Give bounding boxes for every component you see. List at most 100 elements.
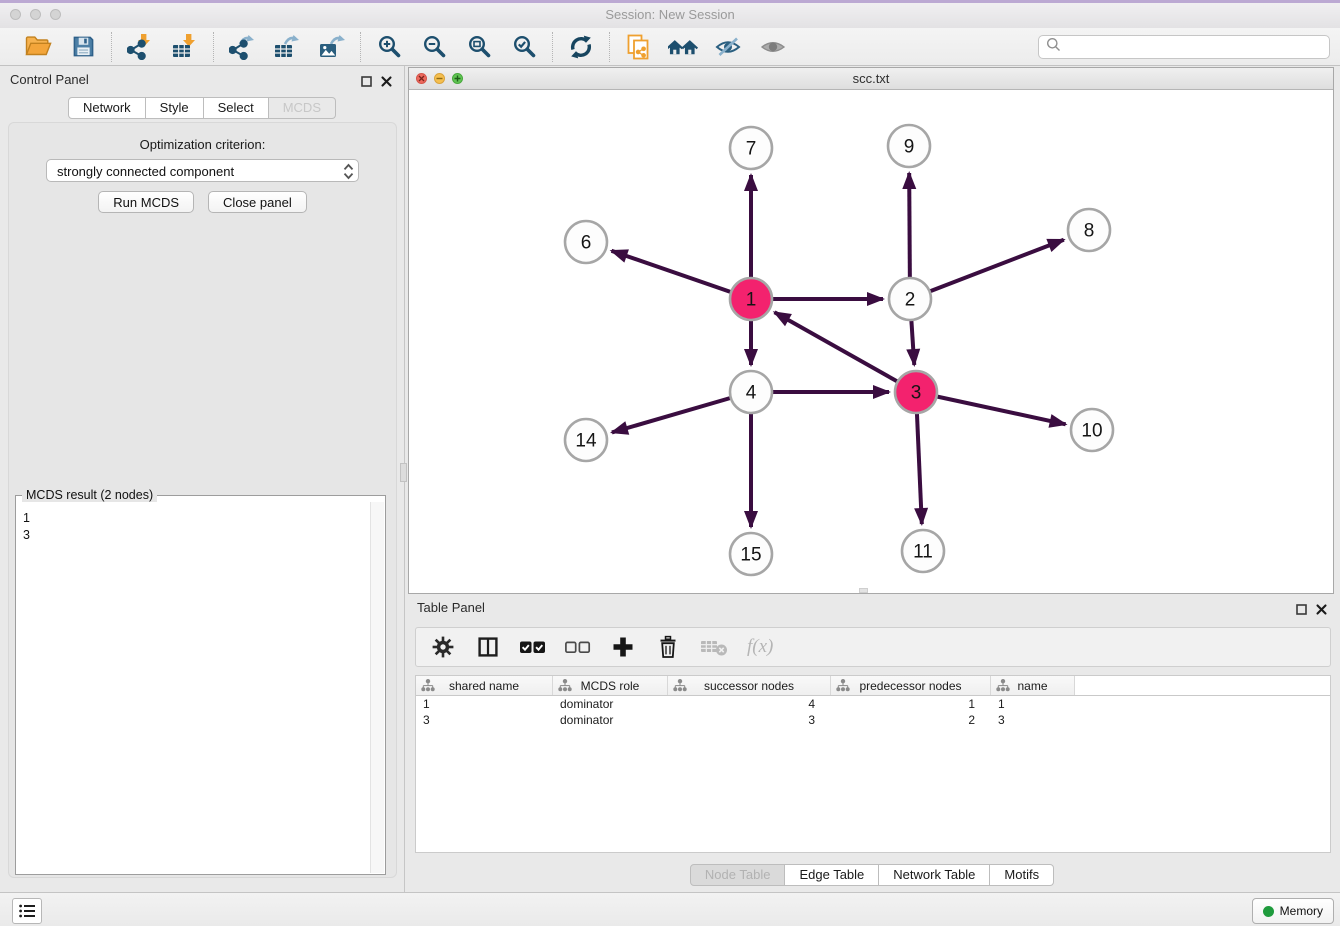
add-column-icon[interactable] [610,633,636,661]
cell-shared-name[interactable]: 3 [416,713,553,727]
hide-selected-icon[interactable] [713,32,743,62]
table-row[interactable]: 1dominator411 [416,696,1330,712]
column-header-shared-name[interactable]: shared name [416,676,553,695]
node-14[interactable]: 14 [565,419,607,461]
column-header-successor-nodes[interactable]: successor nodes [668,676,831,695]
result-scrollbar[interactable] [370,502,384,873]
gear-icon[interactable] [430,633,456,661]
delete-table-icon [700,633,728,661]
node-15[interactable]: 15 [730,533,772,575]
node-label: 6 [581,233,592,254]
tab-select[interactable]: Select [204,97,269,119]
memory-label: Memory [1280,904,1323,918]
zoom-selected-icon[interactable] [509,32,539,62]
node-8[interactable]: 8 [1068,209,1110,251]
cell-predecessor-nodes[interactable]: 2 [831,713,991,727]
main-toolbar-groups [10,32,801,62]
cell-MCDS-role[interactable]: dominator [553,713,668,727]
network-bottom-grabber[interactable] [859,588,868,593]
tab-edge-table[interactable]: Edge Table [785,864,879,886]
header-filler [1075,676,1330,695]
dropdown-stepper-icon [342,163,355,187]
mcds-result-text[interactable]: 13 [17,502,370,873]
close-panel-button[interactable]: Close panel [208,191,307,213]
tab-style[interactable]: Style [146,97,204,119]
mcds-result-group: MCDS result (2 nodes) 13 [15,495,386,875]
save-session-icon[interactable] [68,32,98,62]
criterion-dropdown[interactable]: strongly connected component [46,159,359,182]
status-bar: Memory [0,892,1340,926]
delete-column-icon[interactable] [655,633,681,661]
float-panel-icon[interactable] [361,74,372,92]
cell-successor-nodes[interactable]: 4 [668,697,831,711]
node-11[interactable]: 11 [902,530,944,572]
search-box[interactable] [1038,35,1330,59]
tab-network[interactable]: Network [68,97,146,119]
close-panel-icon[interactable] [1316,602,1327,620]
node-label: 4 [746,383,757,404]
cell-MCDS-role[interactable]: dominator [553,697,668,711]
cell-shared-name[interactable]: 1 [416,697,553,711]
import-network-icon[interactable] [125,32,155,62]
hierarchy-icon [558,679,572,695]
vertical-splitter-handle[interactable] [400,463,407,482]
float-panel-icon[interactable] [1296,602,1307,620]
edge-2-8[interactable] [910,240,1064,299]
edge-3-1[interactable] [775,312,916,392]
network-title: scc.txt [409,71,1333,86]
cell-successor-nodes[interactable]: 3 [668,713,831,727]
node-6[interactable]: 6 [565,221,607,263]
control-panel: Control Panel NetworkStyleSelectMCDS Opt… [0,66,405,892]
node-3[interactable]: 3 [895,371,937,413]
node-1[interactable]: 1 [730,278,772,320]
cell-predecessor-nodes[interactable]: 1 [831,697,991,711]
open-file-icon[interactable] [23,32,53,62]
zoom-fit-icon[interactable] [464,32,494,62]
select-all-icon[interactable] [520,633,546,661]
table-row[interactable]: 3dominator323 [416,712,1330,728]
node-10[interactable]: 10 [1071,409,1113,451]
node-label: 15 [740,545,761,566]
tab-motifs[interactable]: Motifs [990,864,1054,886]
tab-network-table[interactable]: Network Table [879,864,990,886]
function-builder-icon: f(x) [747,633,773,661]
node-table[interactable]: shared name MCDS role successor nodes pr… [415,675,1331,853]
column-header-MCDS-role[interactable]: MCDS role [553,676,668,695]
column-header-predecessor-nodes[interactable]: predecessor nodes [831,676,991,695]
node-7[interactable]: 7 [730,127,772,169]
show-all-icon[interactable] [758,32,788,62]
first-neighbors-icon[interactable] [668,32,698,62]
duplicate-network-icon[interactable] [623,32,653,62]
tab-mcds[interactable]: MCDS [269,97,336,119]
search-icon [1046,37,1061,57]
column-header-name[interactable]: name [991,676,1075,695]
node-4[interactable]: 4 [730,371,772,413]
export-network-icon[interactable] [227,32,257,62]
cell-name[interactable]: 3 [991,713,1075,727]
network-frame-titlebar: scc.txt [409,68,1333,90]
cell-name[interactable]: 1 [991,697,1075,711]
task-history-button[interactable] [12,898,42,924]
edge-3-10[interactable] [916,392,1066,424]
export-image-icon[interactable] [317,32,347,62]
refresh-icon[interactable] [566,32,596,62]
export-table-icon[interactable] [272,32,302,62]
node-9[interactable]: 9 [888,125,930,167]
import-table-icon[interactable] [170,32,200,62]
run-mcds-button[interactable]: Run MCDS [98,191,194,213]
node-label: 10 [1081,421,1102,442]
network-canvas[interactable]: 7 9 6 8 1 2 4 3 14 10 11 15 [409,90,1333,594]
window-top-accent [0,0,1340,3]
node-label: 8 [1084,221,1095,242]
table-toolbar: f(x) [415,627,1331,667]
close-panel-icon[interactable] [381,74,392,92]
deselect-all-icon[interactable] [565,633,591,661]
split-columns-icon[interactable] [475,633,501,661]
column-header-label: shared name [449,679,519,693]
node-2[interactable]: 2 [889,278,931,320]
memory-button[interactable]: Memory [1252,898,1334,924]
zoom-in-icon[interactable] [374,32,404,62]
tab-node-table[interactable]: Node Table [690,864,786,886]
search-input[interactable] [1066,38,1322,55]
zoom-out-icon[interactable] [419,32,449,62]
